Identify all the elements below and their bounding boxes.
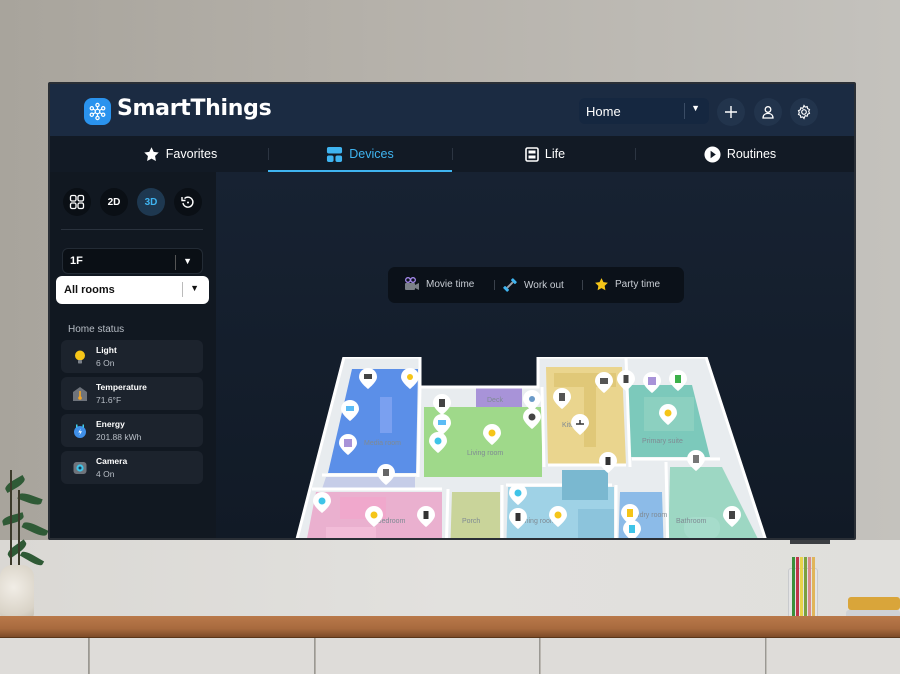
floor-select-value: 1F [70,255,83,267]
app-title: SmartThings [117,96,272,121]
map-area: Movie time Work out Party time Media roo… [216,172,854,540]
dining-table [578,509,614,538]
life-icon [525,146,539,162]
floor-select[interactable]: 1F ▼ [62,248,203,274]
tab-label: Favorites [165,147,218,161]
rotate-icon [181,196,194,208]
thermometer-icon [73,387,87,401]
bulb-icon [75,350,85,364]
grid-view-icon [69,194,85,210]
tv-mount [790,540,830,544]
room-label: Media room [364,440,401,447]
status-value: 4 On [96,469,115,479]
energy-icon [74,424,86,438]
room-select-value: All rooms [64,284,115,296]
status-label: Energy [96,419,125,429]
status-label: Temperature [96,382,147,392]
room-label: Deck [487,397,503,404]
devices-grid-icon [327,146,343,162]
app-header: SmartThings Home ▼ [50,84,854,136]
settings-button[interactable] [790,98,818,126]
room-label: Porch [462,518,480,525]
select-divider [684,103,685,119]
tab-life[interactable]: Life [470,136,620,172]
status-card-light[interactable]: Light 6 On [61,340,203,373]
scene-label: Party time [615,279,661,290]
scene-movie-time[interactable]: Movie time [404,277,474,291]
cabinet-door [541,638,766,674]
room-label: Primary suite [642,438,683,445]
status-value: 71.6°F [96,395,122,405]
home-status-title: Home status [68,324,125,335]
select-divider [182,282,183,297]
tab-divider [635,148,636,160]
location-select-value: Home [586,103,621,119]
person-icon [762,106,774,119]
status-label: Light [96,345,117,355]
room-label: Living room [467,450,503,457]
status-card-camera[interactable]: Camera 4 On [61,451,203,484]
tab-divider [452,148,453,160]
view-3d-button[interactable]: 3D [137,188,165,216]
bookshelf [562,470,608,500]
wooden-shelf [0,616,900,638]
add-button[interactable] [717,98,745,126]
scene-label: Work out [524,279,564,291]
rotate-view-button[interactable] [174,188,202,216]
scene-work-out[interactable]: Work out [502,277,564,293]
status-card-energy[interactable]: Energy 201.88 kWh [61,414,203,447]
tab-label: Devices [349,147,394,161]
room-select[interactable]: All rooms ▼ [56,276,209,304]
gear-icon [797,104,811,120]
star-icon [144,146,159,161]
account-button[interactable] [754,98,782,126]
sidebar-divider [61,229,203,230]
sidebar: 2D 3D 1F ▼ All rooms ▼ Home status Light… [50,172,216,538]
location-select[interactable]: Home ▼ [579,98,709,124]
room-label: Bathroom [676,518,707,525]
dumbbell-icon [503,278,517,292]
select-divider [175,255,176,270]
tab-favorites[interactable]: Favorites [120,136,240,172]
camera-icon [73,462,87,474]
tab-devices[interactable]: Devices [268,136,452,172]
cabinet-door [316,638,540,674]
tab-label: Life [544,147,566,161]
dropdown-caret-icon: ▼ [190,283,199,293]
dropdown-caret-icon: ▼ [183,256,192,266]
smartthings-logo-icon [84,98,111,125]
status-value: 6 On [96,358,115,368]
sofa [380,397,392,433]
cabinet-door [0,638,89,674]
tab-routines[interactable]: Routines [670,136,810,172]
play-icon [704,145,721,163]
scene-divider [582,280,583,290]
scene-label: Movie time [426,278,475,290]
room-porch[interactable] [450,492,500,540]
plus-icon [725,106,737,118]
tab-label: Routines [726,147,777,161]
cabinet-door [767,638,900,674]
bed [326,527,376,538]
main-tabs: Favorites Devices Life Routines [50,136,854,172]
view-2d-button[interactable]: 2D [100,188,128,216]
status-card-temperature[interactable]: Temperature 71.6°F [61,377,203,410]
wall-background [0,540,900,620]
movie-camera-icon [405,277,419,290]
tv-screen: SmartThings Home ▼ Favorites Devices Lif… [48,82,856,540]
scene-bar: Movie time Work out Party time [388,267,684,303]
scene-party-time[interactable]: Party time [594,277,660,292]
room-hall [322,477,415,489]
star-icon [595,278,608,291]
floor-plan-3d: Media room Deck Living room Kitchen Prim… [295,357,767,540]
scene-divider [494,280,495,290]
device-pin-doorbell[interactable] [459,538,477,540]
device-pin-blinds[interactable] [369,538,387,540]
cabinet-door [90,638,315,674]
dropdown-caret-icon: ▼ [691,103,700,113]
status-label: Camera [96,456,128,466]
status-value: 201.88 kWh [96,432,142,442]
grid-view-button[interactable] [63,188,91,216]
